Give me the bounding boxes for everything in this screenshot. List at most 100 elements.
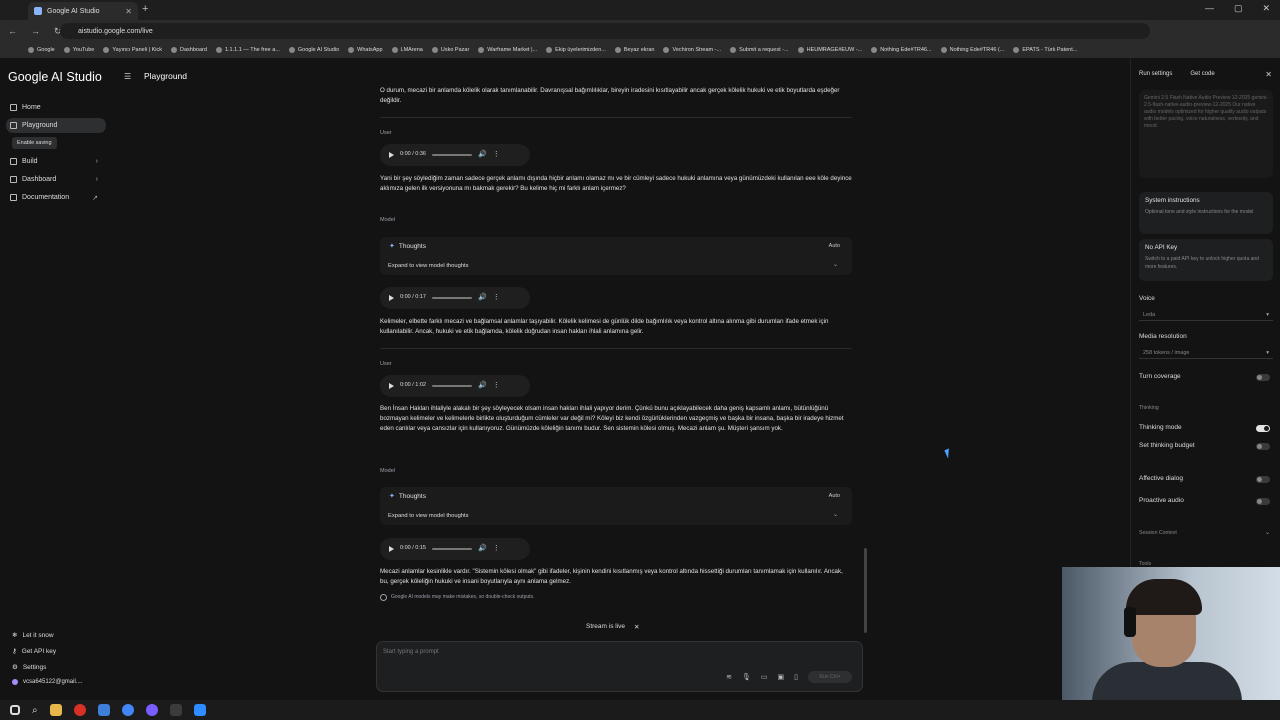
chat-scrollbar[interactable] [864,548,867,633]
volume-icon[interactable]: 🔊 [478,544,487,554]
start-icon[interactable] [10,705,20,715]
bookmark-item[interactable]: Usko Pazar [431,47,469,53]
get-api-key-link[interactable]: ⚷ Get API key [12,647,56,656]
proactive-audio-toggle[interactable] [1256,498,1270,505]
forward-icon[interactable]: → [31,26,40,36]
sidebar-item-build[interactable]: Build › [6,154,106,169]
more-options-icon[interactable]: ⋮ [493,381,500,391]
bookmark-item[interactable]: Google AI Studio [288,47,339,53]
close-tab-icon[interactable]: ✕ [125,7,132,16]
window-close-icon[interactable]: ✕ [1262,3,1270,14]
bookmark-item[interactable]: HEUMRAGE#EUW -... [797,47,862,53]
thinking-budget-toggle[interactable] [1256,443,1270,450]
session-context-section[interactable]: Session Context [1139,530,1177,536]
more-options-icon[interactable]: ⋮ [493,150,500,160]
app-icon[interactable] [73,704,86,716]
bookmark-item[interactable]: YouTube [63,47,94,53]
volume-icon[interactable]: 🔊 [478,293,487,303]
bookmark-item[interactable]: Vechiron Stream -... [663,47,721,53]
bookmarks-bar: Google YouTube Yayıncı Paneli | Kick Dashbo… [0,42,1280,58]
prompt-box[interactable]: Start typing a prompt ≋ 🎙 ▭ ▣ ▯ Run Ctrl… [376,641,863,692]
get-code-button[interactable]: Get code [1190,71,1214,77]
bookmark-item[interactable]: EPATS - Türk Patent... [1013,47,1077,53]
system-instructions-card[interactable]: System instructions Optional tone and st… [1139,192,1273,234]
audio-wave-icon[interactable]: ≋ [726,673,732,681]
bookmark-item[interactable]: Yayıncı Paneli | Kick [103,47,162,53]
audio-progress[interactable] [432,297,472,299]
affective-dialog-toggle[interactable] [1256,476,1270,483]
chrome-icon[interactable] [121,704,134,716]
sidebar-item-home[interactable]: Home [6,100,106,115]
sidebar-item-playground[interactable]: Playground [6,118,106,133]
bookmark-item[interactable]: Ekip üyelerimizden... [546,47,606,53]
more-options-icon[interactable]: ⋮ [493,293,500,303]
thoughts-panel[interactable]: ✦ Thoughts Auto Expand to view model thou… [380,487,852,525]
minimize-icon[interactable]: — [1205,3,1214,14]
bookmark-item[interactable]: Google [28,47,55,53]
bookmark-item[interactable]: Warframe Market |... [478,47,537,53]
run-button[interactable]: Run Ctrl+ [808,671,852,683]
chevron-down-icon[interactable]: ⌄ [833,261,838,271]
app-icon[interactable] [193,704,206,716]
volume-icon[interactable]: 🔊 [478,381,487,391]
app-icon[interactable] [169,704,182,716]
bookmark-item[interactable]: Dashboard [171,47,207,53]
api-key-card[interactable]: No API Key Switch to a paid API key to u… [1139,239,1273,281]
search-icon[interactable]: ⌕ [32,705,38,716]
browser-tab[interactable]: Google AI Studio ✕ [28,2,138,20]
prompt-input[interactable]: Start typing a prompt [383,649,439,655]
settings-link[interactable]: ⚙ Settings [12,663,46,672]
chevron-down-icon[interactable]: ⌄ [833,511,838,521]
audio-player[interactable]: 0:00 / 0:15 🔊 ⋮ [380,538,530,560]
chevron-down-icon[interactable]: ⌄ [1265,529,1270,536]
turn-coverage-toggle[interactable] [1256,374,1270,381]
model-card[interactable]: Gemini 2.5 Flash Native Audio Preview 12… [1139,90,1273,178]
camera-icon[interactable]: ▭ [761,673,768,681]
let-it-snow-link[interactable]: ❄ Let it snow [12,631,54,640]
voice-select[interactable]: Leda ▾ [1139,309,1273,321]
more-options-icon[interactable]: ⋮ [493,544,500,554]
thinking-mode-toggle[interactable] [1256,425,1270,432]
app-icon[interactable] [145,704,158,716]
bookmark-item[interactable]: Submit a request -... [730,47,789,53]
maximize-icon[interactable]: ▢ [1234,3,1243,14]
audio-player[interactable]: 0:00 / 1:02 🔊 ⋮ [380,375,530,397]
app-icon[interactable] [97,704,110,716]
audio-player[interactable]: 0:00 / 0:17 🔊 ⋮ [380,287,530,309]
expand-thoughts-text[interactable]: Expand to view model thoughts [388,512,469,522]
back-icon[interactable]: ← [8,26,17,36]
thoughts-panel[interactable]: ✦ Thoughts Auto Expand to view model thou… [380,237,852,275]
bookmark-item[interactable]: LMArena [391,47,423,53]
screen-share-icon[interactable]: ▣ [778,673,785,681]
audio-player[interactable]: 0:00 / 0:36 🔊 ⋮ [380,144,530,166]
url-field[interactable]: aistudio.google.com/live [60,23,1150,39]
role-label-user: User [380,130,392,136]
expand-thoughts-text[interactable]: Expand to view model thoughts [388,262,469,272]
bookmark-item[interactable]: Beyaz ekran [614,47,654,53]
sidebar-item-dashboard[interactable]: Dashboard › [6,172,106,187]
account-link[interactable]: vcsa645122@gmail.... [12,679,82,685]
audio-progress[interactable] [432,385,472,387]
file-icon[interactable]: ▯ [794,673,798,681]
microphone-icon[interactable]: 🎙 [742,673,751,681]
bookmark-item[interactable]: Nothing Ede#TR46 (... [940,47,1004,53]
audio-progress[interactable] [432,154,472,156]
play-icon[interactable] [389,152,394,158]
file-explorer-icon[interactable] [49,704,62,716]
bookmark-item[interactable]: WhatsApp [348,47,383,53]
audio-progress[interactable] [432,548,472,550]
close-panel-icon[interactable]: ✕ [1265,70,1272,79]
menu-icon[interactable]: ☰ [124,72,131,81]
bookmark-item[interactable]: Nothing Ede#TR46... [871,47,932,53]
media-resolution-select[interactable]: 258 tokens / image ▾ [1139,347,1273,359]
new-tab-icon[interactable]: + [142,3,148,15]
play-icon[interactable] [389,295,394,301]
bookmark-item[interactable]: 1.1.1.1 — The free a... [215,47,280,53]
sidebar-item-documentation[interactable]: Documentation ↗ [6,190,106,205]
play-icon[interactable] [389,546,394,552]
volume-icon[interactable]: 🔊 [478,150,487,160]
app-logo[interactable]: Google AI Studio [8,70,102,84]
enable-saving-button[interactable]: Enable saving [12,137,57,149]
close-stream-icon[interactable]: ✕ [634,623,639,631]
play-icon[interactable] [389,383,394,389]
